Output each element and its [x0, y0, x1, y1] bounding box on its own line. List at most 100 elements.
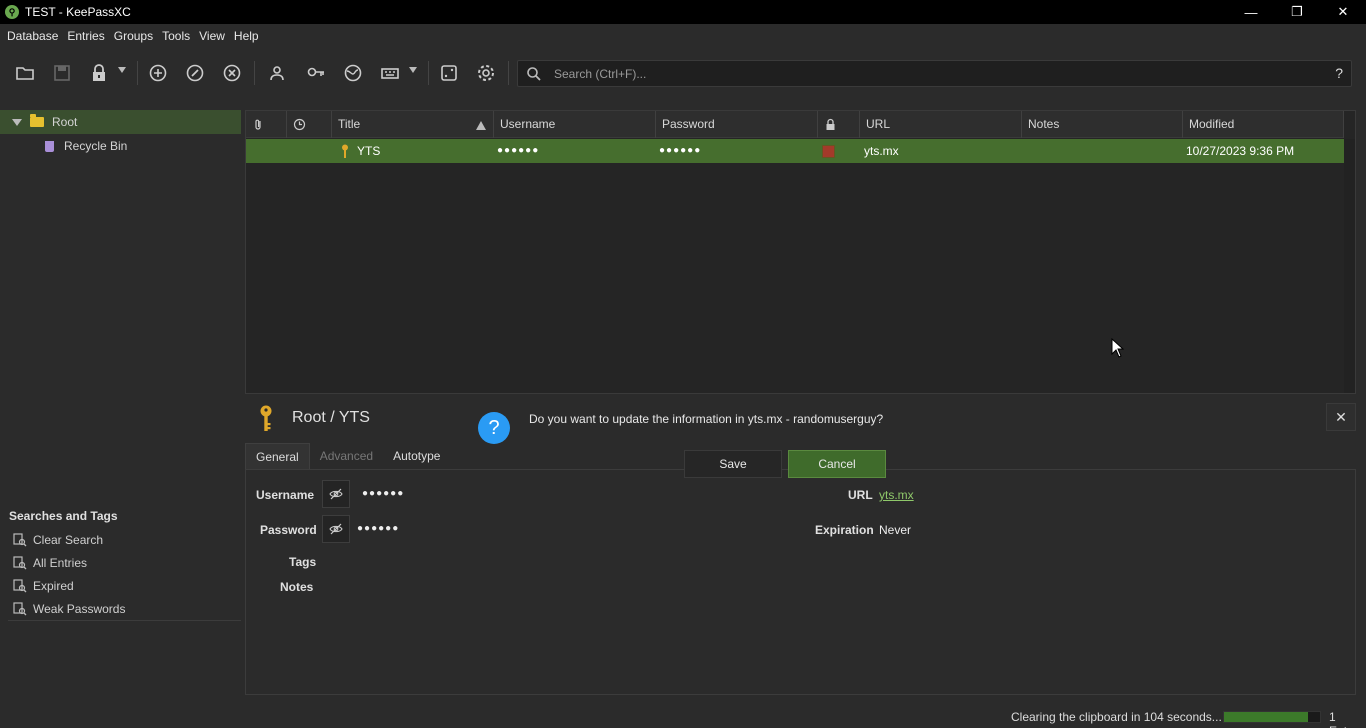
general-panel: Username ●●●●●● Password ●●●●●● Tags Not…	[245, 469, 1356, 695]
column-password[interactable]: Password	[656, 111, 818, 138]
minimize-button[interactable]: —	[1228, 0, 1274, 24]
sort-ascending-icon[interactable]	[476, 121, 486, 130]
table-scrollbar[interactable]	[1344, 139, 1355, 393]
message-text: Do you want to update the information in…	[529, 412, 884, 426]
column-modified[interactable]: Modified	[1183, 111, 1344, 138]
username-label: Username	[256, 488, 315, 502]
group-recycle-bin[interactable]: Recycle Bin	[0, 134, 241, 158]
entry-title: YTS	[357, 144, 381, 158]
url-label: URL	[848, 488, 873, 502]
autotype-dropdown-icon[interactable]	[409, 67, 417, 73]
clipboard-progress-bar	[1223, 711, 1321, 723]
group-recycle-bin-label: Recycle Bin	[64, 139, 128, 153]
group-root-label: Root	[52, 115, 78, 129]
tab-autotype[interactable]: Autotype	[383, 443, 450, 469]
expand-arrow-icon[interactable]	[12, 118, 22, 126]
expiration-value: Never	[879, 523, 912, 537]
tags-label: Tags	[289, 555, 317, 569]
open-database-icon[interactable]	[13, 61, 37, 85]
mouse-cursor-icon	[1111, 338, 1125, 358]
search-weak-passwords[interactable]: Weak Passwords	[13, 599, 241, 619]
lock-icon	[826, 118, 835, 130]
folder-icon	[30, 114, 44, 127]
expiration-label: Expiration	[815, 523, 874, 537]
column-title[interactable]: Title	[332, 111, 494, 138]
search-item-label: All Entries	[33, 556, 88, 570]
recycle-bin-icon	[45, 140, 54, 152]
settings-gear-icon[interactable]	[474, 61, 498, 85]
cancel-button[interactable]: Cancel	[788, 450, 886, 478]
column-notes[interactable]: Notes	[1022, 111, 1183, 138]
column-totp[interactable]	[818, 111, 860, 138]
toolbar-separator	[137, 61, 138, 85]
autotype-keyboard-icon[interactable]	[378, 61, 402, 85]
save-button[interactable]: Save	[684, 450, 782, 478]
entry-password: ●●●●●●	[659, 145, 702, 156]
toolbar-separator	[428, 61, 429, 85]
saved-search-icon	[13, 579, 27, 593]
table-row[interactable]: YTS ●●●●●● ●●●●●● yts.mx 10/27/2023 9:36…	[246, 139, 1344, 163]
search-item-label: Weak Passwords	[33, 602, 126, 616]
password-generator-icon[interactable]	[437, 61, 461, 85]
menu-entries[interactable]: Entries	[63, 24, 108, 48]
window-title: TEST - KeePassXC	[25, 5, 131, 19]
keepassxc-logo-icon: ⚲	[5, 5, 19, 19]
key-icon	[260, 405, 272, 431]
close-window-button[interactable]: ✕	[1320, 0, 1366, 24]
add-entry-icon[interactable]	[146, 61, 170, 85]
saved-search-icon	[13, 602, 27, 616]
preview-tabs: General Advanced Autotype	[245, 443, 450, 469]
delete-entry-icon[interactable]	[220, 61, 244, 85]
menu-bar: Database Entries Groups Tools View Help	[0, 24, 1366, 48]
close-preview-button[interactable]: ✕	[1326, 403, 1356, 431]
column-username[interactable]: Username	[494, 111, 656, 138]
password-value: ●●●●●●	[357, 523, 400, 534]
edit-entry-icon[interactable]	[183, 61, 207, 85]
title-bar: ⚲ TEST - KeePassXC — ❐ ✕	[0, 0, 1366, 24]
copy-password-icon[interactable]	[304, 61, 328, 85]
toolbar-separator	[254, 61, 255, 85]
menu-tools[interactable]: Tools	[158, 24, 194, 48]
search-input[interactable]	[554, 64, 1314, 83]
column-url[interactable]: URL	[860, 111, 1022, 138]
key-icon	[342, 144, 348, 158]
search-help-icon[interactable]: ?	[1335, 65, 1343, 81]
searches-header: Searches and Tags	[9, 509, 118, 523]
entry-table: Title Username Password URL Notes Modifi…	[245, 110, 1356, 394]
saved-search-icon	[13, 533, 27, 547]
table-header: Title Username Password URL Notes Modifi…	[246, 111, 1344, 138]
tab-general[interactable]: General	[245, 443, 310, 469]
search-item-label: Expired	[33, 579, 74, 593]
search-icon	[527, 67, 541, 81]
search-all-entries[interactable]: All Entries	[13, 553, 241, 573]
group-root[interactable]: Root	[0, 110, 241, 134]
column-expires[interactable]	[287, 111, 332, 138]
paperclip-icon	[255, 119, 261, 130]
question-icon: ?	[478, 412, 510, 444]
entry-count: 1 Entry	[1329, 710, 1357, 728]
open-url-icon[interactable]	[341, 61, 365, 85]
search-clear-search[interactable]: Clear Search	[13, 530, 241, 550]
toggle-username-visibility-button[interactable]	[322, 480, 350, 508]
divider	[8, 620, 241, 621]
url-link[interactable]: yts.mx	[879, 488, 914, 502]
menu-help[interactable]: Help	[230, 24, 263, 48]
status-bar: Clearing the clipboard in 104 seconds...…	[0, 706, 1366, 728]
copy-username-icon[interactable]	[266, 61, 290, 85]
save-database-icon[interactable]	[50, 61, 74, 85]
entry-modified: 10/27/2023 9:36 PM	[1186, 144, 1295, 158]
menu-view[interactable]: View	[195, 24, 229, 48]
lock-dropdown-icon[interactable]	[118, 67, 126, 73]
saved-search-icon	[13, 556, 27, 570]
restore-button[interactable]: ❐	[1274, 0, 1320, 24]
search-expired[interactable]: Expired	[13, 576, 241, 596]
lock-database-icon[interactable]	[87, 61, 111, 85]
column-attachment[interactable]	[246, 111, 287, 138]
search-field: ?	[517, 60, 1352, 87]
password-label: Password	[260, 523, 317, 537]
update-message-banner: ? Do you want to update the information …	[470, 402, 890, 482]
menu-database[interactable]: Database	[3, 24, 62, 48]
entry-url: yts.mx	[864, 144, 899, 158]
menu-groups[interactable]: Groups	[110, 24, 157, 48]
toggle-password-visibility-button[interactable]	[322, 515, 350, 543]
